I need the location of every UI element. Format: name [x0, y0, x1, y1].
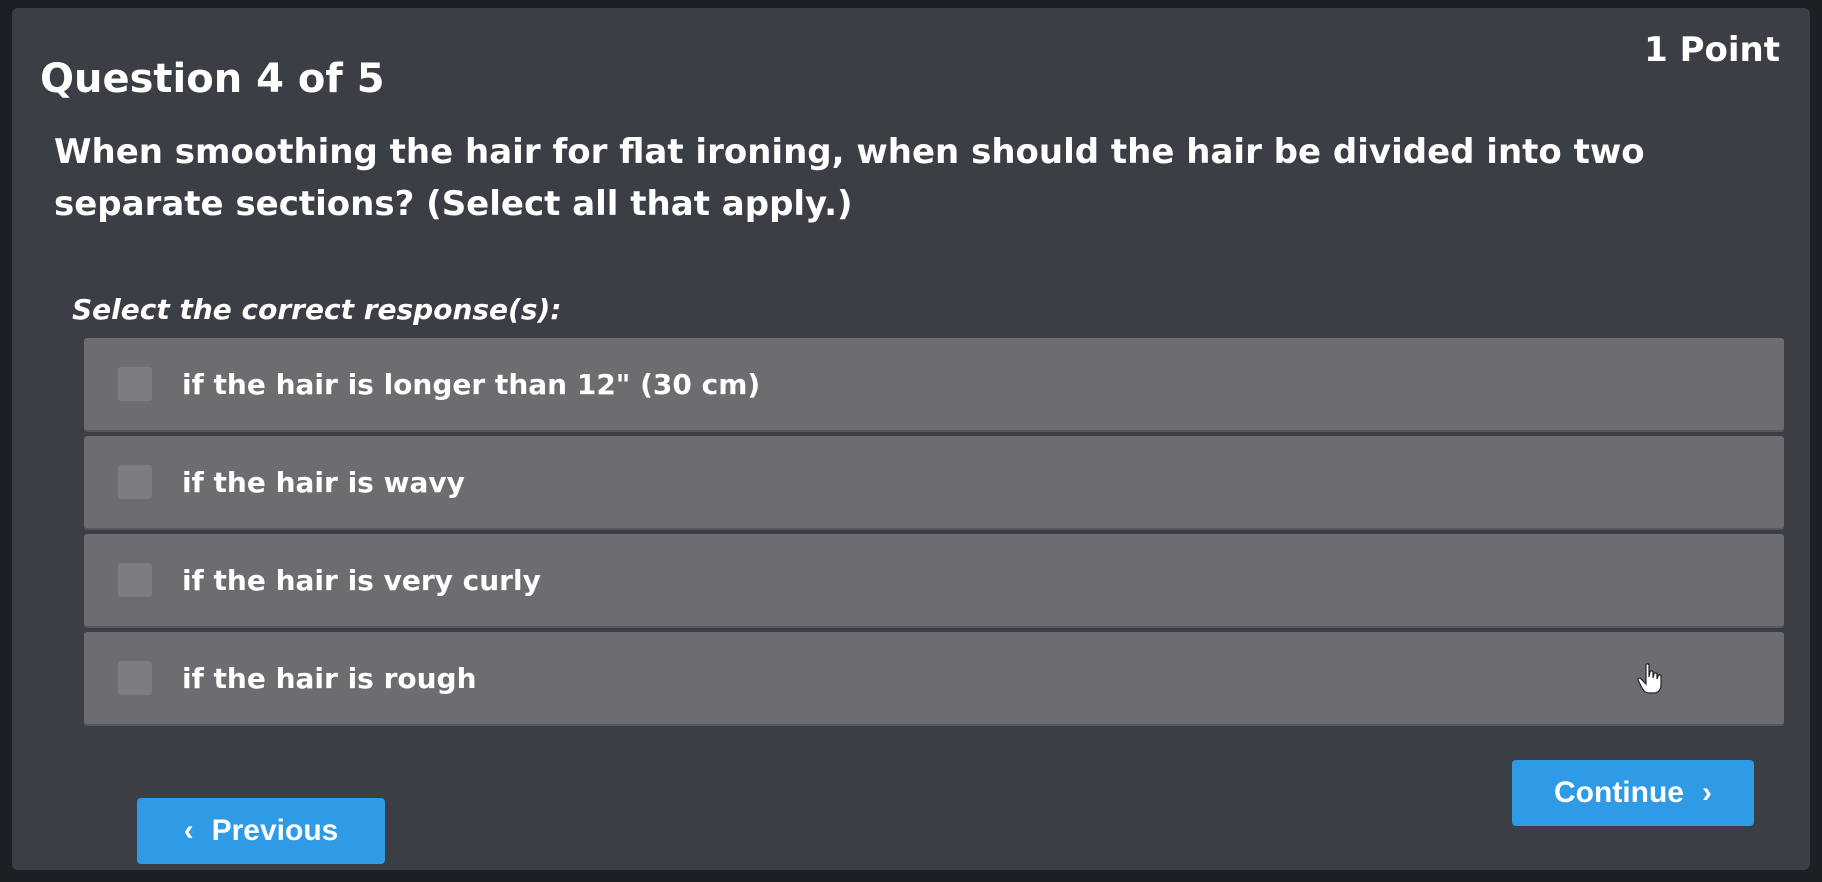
- question-panel: 1 Point Question 4 of 5 When smoothing t…: [12, 8, 1810, 870]
- checkbox[interactable]: [118, 563, 152, 597]
- options-list: if the hair is longer than 12" (30 cm) i…: [84, 338, 1784, 730]
- option-wavy[interactable]: if the hair is wavy: [84, 436, 1784, 528]
- checkbox[interactable]: [118, 661, 152, 695]
- chevron-right-icon: ›: [1701, 776, 1712, 809]
- question-text: When smoothing the hair for flat ironing…: [54, 132, 1645, 224]
- option-rough[interactable]: if the hair is rough: [84, 632, 1784, 724]
- hand-pointer-icon: [1637, 663, 1662, 694]
- points-label: 1 Point: [1644, 30, 1780, 70]
- chevron-left-icon: ‹: [183, 814, 194, 847]
- instruction-text: Select the correct response(s):: [72, 293, 562, 326]
- option-longer-than-12[interactable]: if the hair is longer than 12" (30 cm): [84, 338, 1784, 430]
- option-very-curly[interactable]: if the hair is very curly: [84, 534, 1784, 626]
- previous-button[interactable]: ‹ Previous: [137, 798, 385, 864]
- option-label: if the hair is very curly: [182, 563, 541, 597]
- option-label: if the hair is wavy: [182, 465, 465, 499]
- previous-label: Previous: [211, 814, 339, 847]
- option-label: if the hair is rough: [182, 661, 477, 695]
- continue-button[interactable]: Continue ›: [1512, 760, 1754, 826]
- option-label: if the hair is longer than 12" (30 cm): [182, 367, 761, 401]
- continue-label: Continue: [1554, 776, 1684, 809]
- checkbox[interactable]: [118, 465, 152, 499]
- checkbox[interactable]: [118, 367, 152, 401]
- question-number: Question 4 of 5: [40, 56, 385, 102]
